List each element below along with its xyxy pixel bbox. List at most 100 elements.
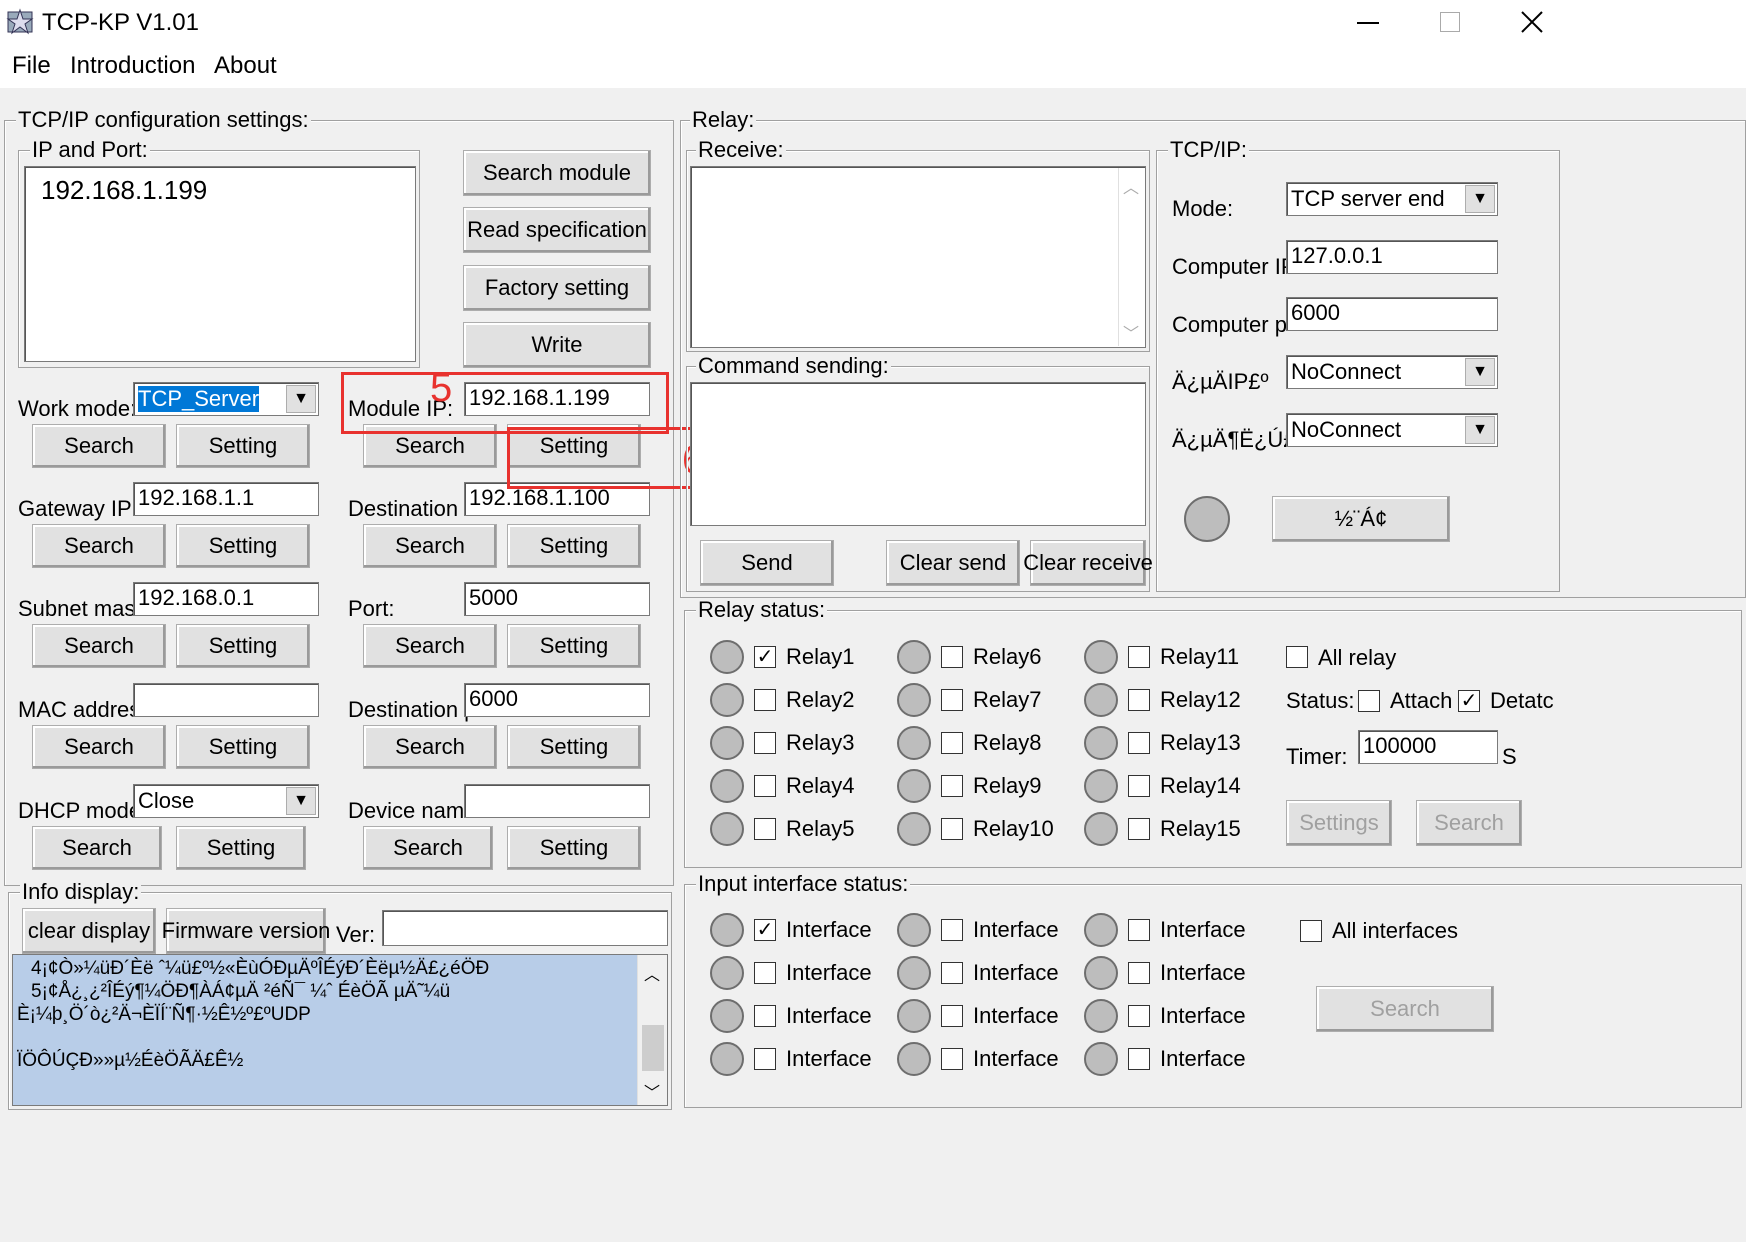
relay-checkbox[interactable] <box>754 775 776 797</box>
relay-checkbox[interactable] <box>941 818 963 840</box>
mac-setting-button[interactable]: Setting <box>176 725 310 769</box>
clear-send-button[interactable]: Clear send <box>886 540 1020 586</box>
relay-checkbox[interactable] <box>1128 818 1150 840</box>
port-setting-button[interactable]: Setting <box>507 624 641 668</box>
interface-checkbox[interactable] <box>941 962 963 984</box>
relay-checkbox[interactable] <box>1128 775 1150 797</box>
firmware-version-button[interactable]: Firmware version <box>162 908 330 954</box>
scroll-down-icon[interactable]: ﹀ <box>1123 320 1139 344</box>
device-name-search-button[interactable]: Search <box>363 826 493 870</box>
maximize-icon[interactable] <box>1440 12 1460 32</box>
command-input[interactable] <box>690 382 1146 526</box>
device-name-field[interactable] <box>464 784 650 818</box>
interface-checkbox[interactable] <box>754 962 776 984</box>
gateway-ip-field[interactable]: 192.168.1.1 <box>133 482 319 516</box>
gateway-search-button[interactable]: Search <box>32 524 166 568</box>
write-button[interactable]: Write <box>463 322 651 368</box>
gateway-setting-button[interactable]: Setting <box>176 524 310 568</box>
read-specification-button[interactable]: Read specification <box>463 207 651 253</box>
mac-address-field[interactable] <box>133 683 319 717</box>
close-icon[interactable] <box>1518 8 1546 36</box>
scroll-up-icon[interactable]: ︿ <box>644 961 660 985</box>
detach-checkbox[interactable]: ✓ <box>1458 690 1480 712</box>
interface-checkbox[interactable] <box>1128 1005 1150 1027</box>
relay-checkbox[interactable] <box>1128 646 1150 668</box>
info-scrollbar[interactable]: ︿ ﹀ <box>637 955 667 1105</box>
menu-introduction[interactable]: Introduction <box>70 52 195 80</box>
clear-display-button[interactable]: clear display <box>22 908 156 954</box>
relay-checkbox[interactable] <box>941 732 963 754</box>
relay-checkbox[interactable] <box>1128 689 1150 711</box>
all-relay-checkbox[interactable] <box>1286 646 1308 668</box>
relay-checkbox[interactable] <box>941 689 963 711</box>
device-name-setting-button[interactable]: Setting <box>507 826 641 870</box>
port-field[interactable]: 5000 <box>464 582 650 616</box>
subnet-search-button[interactable]: Search <box>32 624 166 668</box>
scroll-up-icon[interactable]: ︿ <box>1123 174 1139 198</box>
destination-search-button[interactable]: Search <box>363 524 497 568</box>
dest-port-setting-button[interactable]: Setting <box>507 725 641 769</box>
interface-checkbox[interactable] <box>754 1005 776 1027</box>
clear-receive-button[interactable]: Clear receive <box>1023 540 1153 586</box>
mac-search-button[interactable]: Search <box>32 725 166 769</box>
menu-file[interactable]: File <box>12 52 51 80</box>
chevron-down-icon[interactable]: ▼ <box>1465 358 1495 386</box>
ver-field[interactable] <box>382 910 668 946</box>
work-mode-search-button[interactable]: Search <box>32 424 166 468</box>
chevron-down-icon[interactable]: ▼ <box>1465 416 1495 444</box>
search-module-button[interactable]: Search module <box>463 150 651 196</box>
interface-checkbox[interactable] <box>941 1048 963 1070</box>
relay-checkbox[interactable] <box>754 732 776 754</box>
computer-port-field[interactable]: 6000 <box>1286 297 1498 331</box>
work-mode-select[interactable]: TCP_Server ▼ <box>133 382 319 416</box>
relay-search-button[interactable]: Search <box>1416 800 1522 846</box>
relay-checkbox[interactable]: ✓ <box>754 646 776 668</box>
dest-port-search-button[interactable]: Search <box>363 725 497 769</box>
menu-about[interactable]: About <box>214 52 277 80</box>
info-log[interactable]: 4¡¢Ò»¼üÐ´Èë ˆ¼ü£º½«ÈùÓÐµÄºÎÉýÐ´Èëµ½Ä£¿éÖ… <box>12 954 668 1106</box>
relay-checkbox[interactable] <box>941 646 963 668</box>
subnet-setting-button[interactable]: Setting <box>176 624 310 668</box>
relay-checkbox[interactable] <box>1128 732 1150 754</box>
dhcp-setting-button[interactable]: Setting <box>176 826 306 870</box>
receive-scrollbar[interactable]: ︿ ﹀ <box>1118 168 1144 346</box>
subnet-mask-field[interactable]: 192.168.0.1 <box>133 582 319 616</box>
dhcp-mode-select[interactable]: Close ▼ <box>133 784 319 818</box>
destination-setting-button[interactable]: Setting <box>507 524 641 568</box>
input-search-button[interactable]: Search <box>1316 986 1494 1032</box>
scroll-thumb[interactable] <box>642 1025 664 1071</box>
relay-checkbox[interactable] <box>754 818 776 840</box>
target-port-select[interactable]: NoConnect ▼ <box>1286 413 1498 447</box>
attach-checkbox[interactable] <box>1358 690 1380 712</box>
factory-setting-button[interactable]: Factory setting <box>463 265 651 311</box>
relay-checkbox[interactable] <box>754 689 776 711</box>
work-mode-setting-button[interactable]: Setting <box>176 424 310 468</box>
connect-button[interactable]: ½¨Á¢ <box>1272 496 1450 542</box>
destination-port-field[interactable]: 6000 <box>464 683 650 717</box>
interface-checkbox[interactable] <box>1128 1048 1150 1070</box>
timer-field[interactable]: 100000 <box>1358 730 1498 764</box>
ip-port-list[interactable]: 192.168.1.199 <box>24 166 416 362</box>
interface-checkbox[interactable] <box>941 919 963 941</box>
dhcp-search-button[interactable]: Search <box>32 826 162 870</box>
interface-checkbox[interactable] <box>1128 919 1150 941</box>
interface-checkbox[interactable] <box>1128 962 1150 984</box>
target-ip-select[interactable]: NoConnect ▼ <box>1286 355 1498 389</box>
ip-port-entry[interactable]: 192.168.1.199 <box>41 175 207 205</box>
chevron-down-icon[interactable]: ▼ <box>286 385 316 413</box>
interface-checkbox[interactable] <box>941 1005 963 1027</box>
send-button[interactable]: Send <box>700 540 834 586</box>
interface-checkbox[interactable]: ✓ <box>754 919 776 941</box>
mode-select[interactable]: TCP server end ▼ <box>1286 182 1498 216</box>
scroll-down-icon[interactable]: ﹀ <box>644 1079 660 1103</box>
chevron-down-icon[interactable]: ▼ <box>1465 185 1495 213</box>
relay-checkbox[interactable] <box>941 775 963 797</box>
relay-settings-button[interactable]: Settings <box>1286 800 1392 846</box>
receive-area[interactable] <box>690 166 1146 348</box>
minimize-icon[interactable] <box>1357 22 1379 24</box>
port-search-button[interactable]: Search <box>363 624 497 668</box>
chevron-down-icon[interactable]: ▼ <box>286 787 316 815</box>
interface-checkbox[interactable] <box>754 1048 776 1070</box>
all-interfaces-checkbox[interactable] <box>1300 920 1322 942</box>
computer-ip-field[interactable]: 127.0.0.1 <box>1286 240 1498 274</box>
